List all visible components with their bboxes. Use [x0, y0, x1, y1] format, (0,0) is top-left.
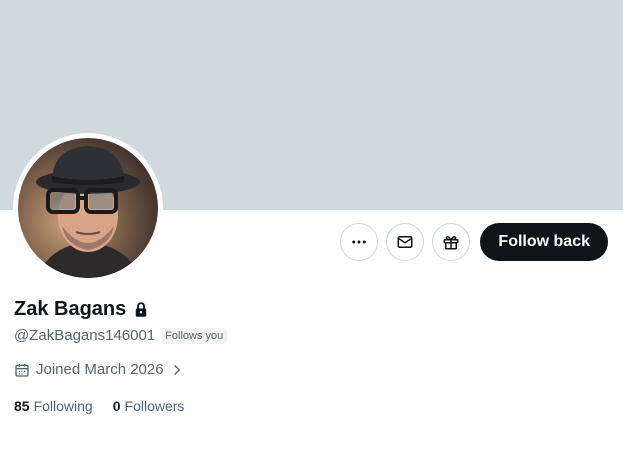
follows-you-badge: Follows you: [161, 327, 228, 344]
gift-icon: [443, 236, 459, 250]
joined-label: Joined March 2026: [36, 361, 164, 378]
profile-actions: Follow back: [340, 223, 608, 261]
more-horizontal-icon: [352, 240, 367, 244]
user-handle: @ZakBagans146001: [14, 327, 156, 344]
following-label: Following: [33, 398, 93, 414]
avatar-illustration: [36, 146, 140, 278]
followers-link[interactable]: 0 Followers: [113, 398, 185, 414]
more-button[interactable]: [340, 223, 379, 261]
name-row: Zak Bagans: [14, 298, 150, 321]
display-name: Zak Bagans: [14, 298, 127, 320]
followers-label: Followers: [124, 398, 185, 414]
followers-count: 0: [112, 398, 121, 414]
envelope-icon: [397, 236, 413, 248]
avatar[interactable]: [18, 138, 158, 278]
joined-date[interactable]: Joined March 2026: [14, 361, 184, 378]
calendar-icon: [15, 363, 29, 377]
chevron-right-icon: [173, 364, 180, 375]
following-count: 85: [14, 398, 30, 414]
follow-back-button[interactable]: Follow back: [480, 223, 608, 261]
avatar-frame[interactable]: [13, 133, 163, 283]
follow-stats: 85 Following 0 Followers: [14, 398, 184, 414]
following-link[interactable]: 85 Following: [14, 398, 93, 414]
gift-button[interactable]: [432, 223, 471, 261]
handle-row: @ZakBagans146001 Follows you: [14, 327, 228, 344]
lock-icon: [136, 301, 147, 317]
message-button[interactable]: [386, 223, 425, 261]
